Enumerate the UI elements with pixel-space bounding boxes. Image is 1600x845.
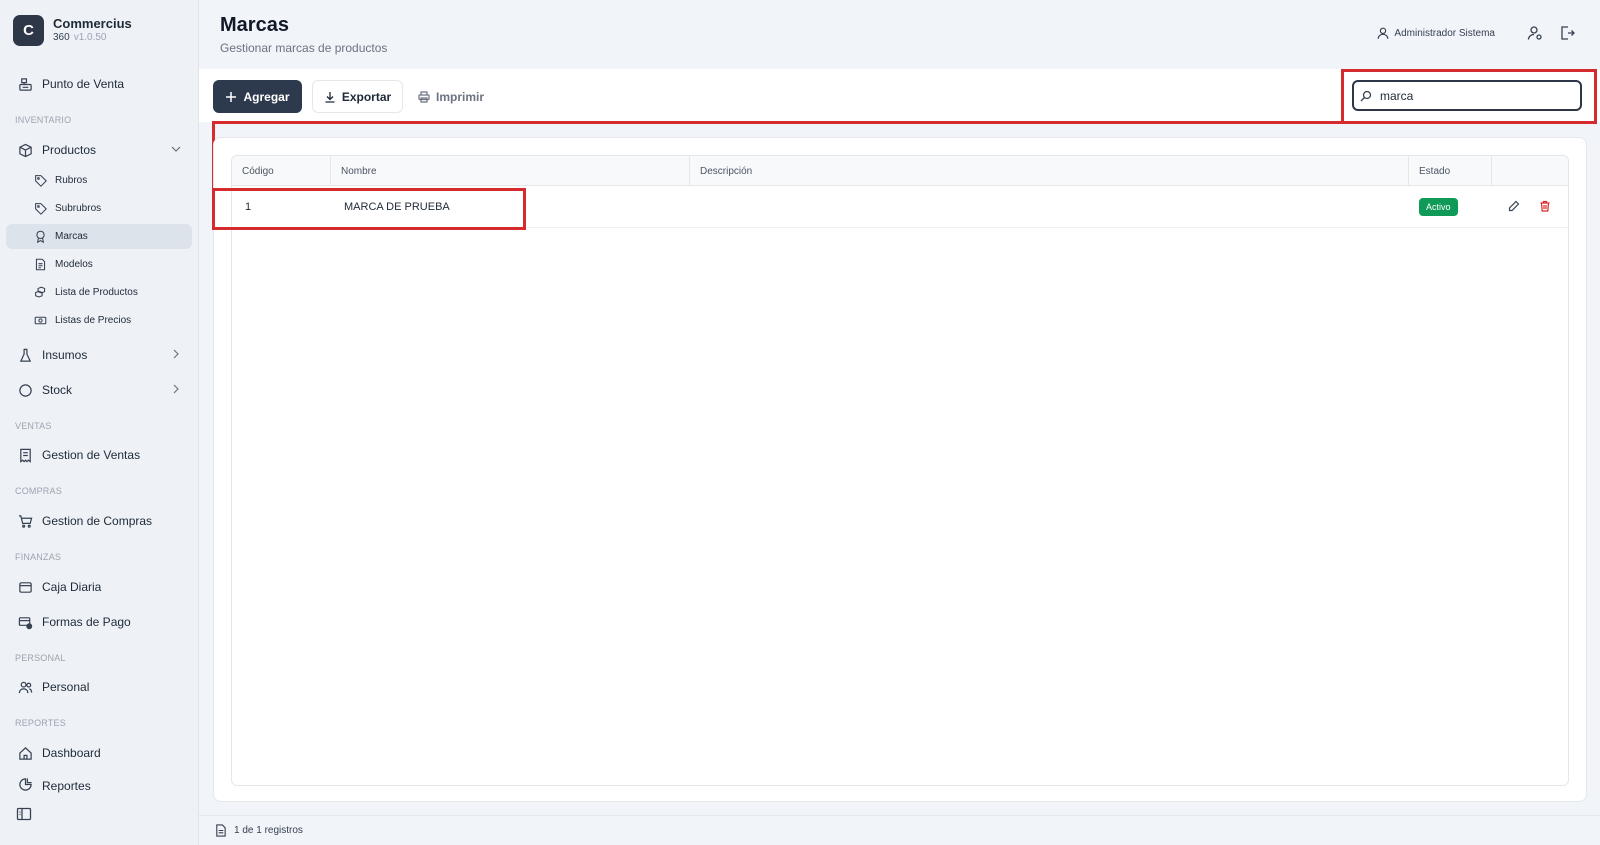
- search-box[interactable]: [1352, 80, 1582, 111]
- section-label-inventario: INVENTARIO: [15, 115, 72, 125]
- cell-codigo: 1: [245, 201, 252, 213]
- delete-button[interactable]: [1539, 200, 1553, 214]
- brand-version: v1.0.50: [73, 32, 107, 44]
- toolbar: Agregar Exportar Imprimir: [199, 69, 1600, 122]
- pie-chart-icon: [16, 775, 34, 793]
- column-header-nombre[interactable]: Nombre: [331, 156, 690, 186]
- table-header: Código Nombre Descripción Estado: [232, 156, 1568, 186]
- section-label-personal: PERSONAL: [15, 653, 66, 663]
- page-title: Marcas: [220, 14, 289, 36]
- pencil-icon: [1508, 200, 1520, 212]
- user-settings-icon[interactable]: [1527, 25, 1543, 41]
- box-icon: [16, 141, 34, 159]
- trash-icon: [1540, 200, 1550, 212]
- document-icon: [33, 257, 48, 272]
- sidebar-item-personal[interactable]: Personal: [6, 674, 192, 700]
- logout-icon[interactable]: [1559, 25, 1575, 41]
- sidebar-item-modelos[interactable]: Modelos: [6, 252, 192, 277]
- sidebar-item-marcas[interactable]: Marcas: [6, 224, 192, 249]
- search-input[interactable]: [1380, 88, 1560, 103]
- sidebar-item-gestion-de-ventas[interactable]: Gestion de Ventas: [6, 442, 192, 468]
- column-header-actions: [1492, 156, 1568, 186]
- brand-logo: C: [13, 15, 44, 46]
- sidebar-item-productos[interactable]: Productos: [6, 137, 192, 163]
- cell-nombre: MARCA DE PRUEBA: [344, 201, 450, 213]
- user-name: Administrador Sistema: [1394, 27, 1495, 39]
- receipt-icon: [16, 446, 34, 464]
- section-label-reportes: REPORTES: [15, 718, 66, 728]
- home-icon: [16, 744, 34, 762]
- sidebar: C Commercius 360 v1.0.50 Punto de Venta I…: [0, 0, 199, 845]
- sidebar-item-caja-diaria[interactable]: Caja Diaria: [6, 574, 192, 600]
- sidebar-toggle-icon[interactable]: [16, 807, 32, 821]
- column-header-codigo[interactable]: Código: [232, 156, 331, 186]
- chevron-right-icon: [173, 349, 179, 359]
- page-subtitle: Gestionar marcas de productos: [220, 41, 388, 55]
- cart-icon: [16, 512, 34, 530]
- sidebar-item-dashboard[interactable]: Dashboard: [6, 740, 192, 766]
- user-icon: [1378, 27, 1389, 39]
- plus-icon: [226, 91, 237, 102]
- chevron-right-icon: [173, 384, 179, 394]
- page-header: Marcas Gestionar marcas de productos Adm…: [199, 0, 1600, 69]
- search-icon: [1360, 90, 1372, 101]
- export-button[interactable]: Exportar: [312, 80, 403, 113]
- brand-sub: 360: [53, 32, 70, 44]
- sidebar-item-rubros[interactable]: Rubros: [6, 168, 192, 193]
- boxes-icon: [33, 285, 48, 300]
- section-label-compras: COMPRAS: [15, 486, 62, 496]
- add-button[interactable]: Agregar: [213, 80, 302, 113]
- column-header-descripcion[interactable]: Descripción: [690, 156, 1409, 186]
- content-card: Código Nombre Descripción Estado 1 MARCA…: [213, 137, 1587, 802]
- edit-button[interactable]: [1508, 200, 1522, 214]
- chevron-down-icon: [171, 146, 181, 152]
- section-label-finanzas: FINANZAS: [15, 552, 62, 562]
- sidebar-item-formas-de-pago[interactable]: Formas de Pago: [6, 609, 192, 635]
- download-icon: [325, 91, 335, 103]
- print-button[interactable]: Imprimir: [413, 80, 489, 113]
- flask-icon: [16, 346, 34, 364]
- brand-name: Commercius: [53, 16, 132, 32]
- credit-card-icon: [16, 613, 34, 631]
- brand[interactable]: C Commercius 360 v1.0.50: [13, 15, 132, 46]
- status-badge: Activo: [1419, 198, 1458, 216]
- column-header-estado[interactable]: Estado: [1409, 156, 1492, 186]
- wallet-icon: [16, 578, 34, 596]
- users-icon: [16, 678, 34, 696]
- sidebar-item-stock[interactable]: Stock: [6, 377, 192, 403]
- sidebar-item-punto-de-venta[interactable]: Punto de Venta: [6, 71, 192, 97]
- brands-table: Código Nombre Descripción Estado 1 MARCA…: [231, 155, 1569, 786]
- banknote-icon: [33, 313, 48, 328]
- sidebar-item-listas-de-precios[interactable]: Listas de Precios: [6, 308, 192, 333]
- sidebar-item-lista-de-productos[interactable]: Lista de Productos: [6, 280, 192, 305]
- sidebar-item-gestion-de-compras[interactable]: Gestion de Compras: [6, 508, 192, 534]
- sidebar-item-subrubros[interactable]: Subrubros: [6, 196, 192, 221]
- file-icon: [216, 824, 226, 837]
- section-label-ventas: VENTAS: [15, 421, 52, 431]
- tag-icon: [33, 201, 48, 216]
- award-icon: [33, 229, 48, 244]
- circle-icon: [16, 381, 34, 399]
- printer-icon: [418, 90, 430, 103]
- sidebar-item-insumos[interactable]: Insumos: [6, 342, 192, 368]
- table-row[interactable]: 1 MARCA DE PRUEBA Activo: [232, 186, 1568, 228]
- records-count: 1 de 1 registros: [234, 825, 303, 836]
- status-bar: 1 de 1 registros: [199, 815, 1600, 845]
- user-menu[interactable]: Administrador Sistema: [1376, 26, 1495, 40]
- tag-icon: [33, 173, 48, 188]
- cash-register-icon: [16, 75, 34, 93]
- sidebar-item-reportes[interactable]: Reportes: [6, 775, 192, 793]
